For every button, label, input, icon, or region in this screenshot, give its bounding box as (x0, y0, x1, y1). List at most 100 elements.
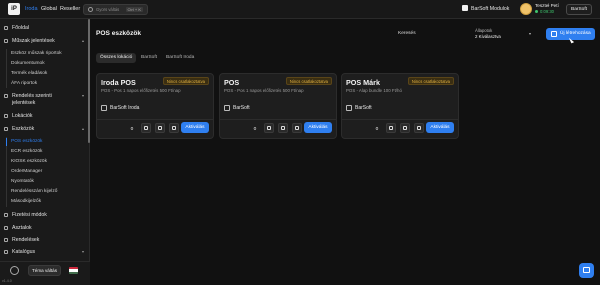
active-indicator (6, 138, 7, 146)
card-icon[interactable] (278, 123, 288, 133)
device-title: POS Márk (346, 78, 380, 87)
sidebar-subitem-ordermanager[interactable]: OrderManager (11, 169, 42, 174)
status-badge: Nincs csatlakoztatva (285, 77, 332, 85)
tab-barsoft[interactable]: BarSoft (141, 53, 157, 63)
count-value: 0 (253, 127, 257, 132)
status-badge: Nincs csatlakoztatva (407, 77, 454, 85)
create-new-label: Új létrehozása (560, 31, 591, 36)
search-icon (88, 7, 93, 12)
submenu-line (6, 137, 7, 207)
sidebar-item-label: Katalógus (12, 249, 36, 255)
edit-icon[interactable] (169, 123, 179, 133)
catalog-icon (4, 250, 8, 254)
checkbox-icon (462, 5, 468, 11)
context-tab-reseller[interactable]: Reseller (60, 6, 80, 12)
card-icon[interactable] (400, 123, 410, 133)
device-card: Iroda POS Nincs csatlakoztatva POS - Pos… (96, 73, 214, 139)
sidebar-subitem[interactable]: ÁFA riportok (11, 81, 37, 86)
activate-button[interactable]: Aktiválás (304, 122, 332, 133)
sidebar-subitem-ecr[interactable]: ECR eszközök (11, 149, 42, 154)
card-divider (220, 119, 336, 120)
chevron-down-icon: ▾ (529, 31, 532, 36)
avatar[interactable] (520, 3, 532, 15)
modules-icon[interactable] (264, 123, 274, 133)
shortcut-hint: Ctrl + K (125, 7, 143, 12)
sidebar-item-label: Műszak jelentések (12, 38, 55, 44)
sidebar-item-label: Fizetési módok (12, 212, 47, 218)
submenu-line (6, 49, 7, 88)
count-value: 0 (375, 127, 379, 132)
card-divider (97, 119, 213, 120)
card-divider (342, 119, 458, 120)
app-logo[interactable]: iP (8, 3, 20, 15)
sidebar-subitem[interactable]: Eszköz műszak riportok (11, 51, 62, 56)
modules-icon[interactable] (386, 123, 396, 133)
quick-switch-search[interactable]: Gyors váltás Ctrl + K (83, 4, 148, 15)
app-version: v1.4.0 (2, 279, 12, 283)
tab-barsoft-office[interactable]: BarSoft Iroda (166, 53, 194, 63)
table-icon (4, 226, 8, 230)
business-name: BarSoft (233, 105, 250, 111)
hungarian-flag-icon[interactable] (69, 267, 78, 274)
edit-icon[interactable] (414, 123, 424, 133)
chevron-down-icon: ▾ (82, 249, 85, 254)
company-switch-button[interactable]: BarSoft (566, 4, 592, 15)
chart-icon (4, 94, 8, 98)
device-card: POS Nincs csatlakoztatva POS - Pos 1 nap… (219, 73, 337, 139)
sidebar-subitem[interactable]: Dokumentumok (11, 61, 45, 66)
home-icon (4, 26, 8, 30)
user-name: Teszteł Petí (535, 3, 559, 8)
device-icon (4, 127, 8, 131)
status-badge: Nincs csatlakoztatva (162, 77, 209, 85)
chat-button[interactable] (579, 263, 594, 278)
edit-icon[interactable] (292, 123, 302, 133)
business-icon (101, 105, 107, 111)
device-subscription: POS - Pos 1 napos előfizetés 500 Ft/nap (101, 88, 181, 93)
device-card: POS Márk Nincs csatlakoztatva POS - Alap… (341, 73, 459, 139)
sidebar-subitem-order-display[interactable]: Rendelésszám kijelző (11, 189, 57, 194)
sidebar-subitem[interactable]: Termék eladások (11, 71, 47, 76)
status-filter-label: Állapotok (475, 28, 493, 33)
chevron-down-icon: ▾ (82, 93, 85, 98)
theme-toggle-button[interactable]: Téma váltás (28, 265, 61, 276)
context-tab-office[interactable]: Iroda (25, 6, 38, 12)
activate-button[interactable]: Aktiválás (426, 122, 454, 133)
modules-toggle[interactable]: BarSoft Modulok (462, 5, 509, 12)
sidebar-item-label: Lokációk (12, 113, 33, 119)
support-icon[interactable] (10, 266, 19, 275)
cart-icon (4, 238, 8, 242)
card-icon[interactable] (155, 123, 165, 133)
business-name: BarSoft Iroda (110, 105, 140, 111)
business-name: BarSoft (355, 105, 372, 111)
sidebar-item-order-reports[interactable]: Rendelés szerinti jelentések ▾ (0, 93, 90, 107)
report-icon (4, 39, 8, 43)
chevron-up-icon: ▴ (82, 126, 85, 131)
sidebar-item-label: Eszközök (12, 126, 35, 132)
device-subscription: POS - Pos 1 napos előfizetés 500 Ft/nap (224, 88, 304, 93)
chat-icon (583, 267, 590, 273)
sidebar-item-label: Főoldal (12, 25, 30, 31)
session-timer: 0:09:30 (535, 9, 554, 14)
search-button[interactable]: Keresés (398, 31, 416, 36)
search-placeholder: Gyors váltás (96, 7, 120, 12)
sidebar-subitem-pos[interactable]: POS eszközök (11, 139, 42, 144)
context-tab-global[interactable]: Global (41, 6, 57, 12)
count-value: 0 (130, 127, 134, 132)
sidebar-subitem-kiosk[interactable]: KIOSK eszközök (11, 159, 47, 164)
sidebar-subitem-printers[interactable]: Nyomtatók (11, 179, 34, 184)
device-subscription: POS - Alap bundle 100 Ft/hó (346, 88, 402, 93)
add-icon (551, 31, 557, 37)
modules-label: BarSoft Modulok (471, 6, 510, 12)
activate-button[interactable]: Aktiválás (181, 122, 209, 133)
business-icon (224, 105, 230, 111)
sidebar-item-label: Asztalok (12, 225, 32, 231)
sidebar-subitem-second-display[interactable]: Másodkijelzők (11, 199, 41, 204)
device-title: POS (224, 78, 240, 87)
page-title: POS eszközök (96, 30, 142, 37)
modules-icon[interactable] (141, 123, 151, 133)
tab-all-locations[interactable]: Összes lokáció (96, 53, 137, 63)
sidebar-scrollbar[interactable] (88, 19, 90, 143)
device-title: Iroda POS (101, 78, 136, 87)
business-icon (346, 105, 352, 111)
status-filter-select[interactable]: 2 Kiválasztva (475, 34, 501, 39)
